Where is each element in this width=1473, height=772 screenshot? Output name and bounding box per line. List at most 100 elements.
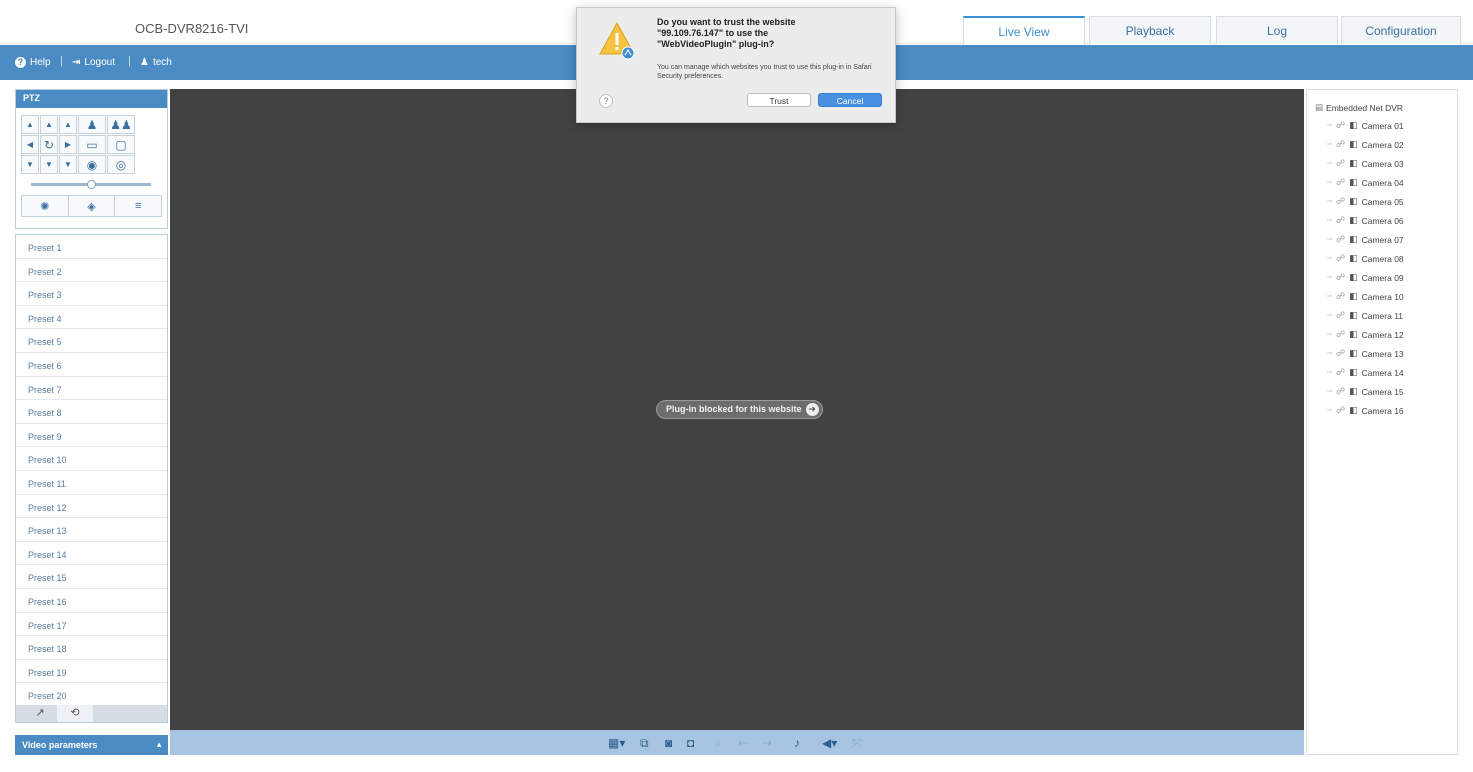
stream-icon: ▫▫ <box>1327 369 1332 376</box>
patrol-icon[interactable]: ⟲ <box>57 705 93 722</box>
ptz-up-right-button[interactable]: ▲ <box>59 115 77 134</box>
ptz-down-button[interactable]: ▼ <box>40 155 58 174</box>
call-preset-icon[interactable]: ↗ <box>22 705 58 722</box>
camera-icon: ◧ <box>1349 405 1358 415</box>
list-item[interactable]: Preset 1 <box>16 235 167 259</box>
list-item[interactable]: Preset 6 <box>16 353 167 377</box>
iris-open-icon[interactable]: ◉ <box>78 155 106 174</box>
tree-root[interactable]: ▤ Embedded Net DVR <box>1315 102 1403 113</box>
plugin-blocked-button[interactable]: Plug-in blocked for this website ➜ <box>656 400 823 419</box>
camera-item[interactable]: ▫▫ ☍ ◧ Camera 15 <box>1327 386 1404 397</box>
trust-button[interactable]: Trust <box>747 93 811 107</box>
list-item[interactable]: Preset 9 <box>16 424 167 448</box>
camera-label: Camera 04 <box>1361 177 1404 188</box>
focus-near-icon[interactable]: ▭ <box>78 135 106 154</box>
camera-item[interactable]: ▫▫ ☍ ◧ Camera 09 <box>1327 272 1404 283</box>
list-item[interactable]: Preset 14 <box>16 542 167 566</box>
list-item[interactable]: Preset 19 <box>16 660 167 684</box>
fullscreen-icon[interactable]: ⤧ <box>852 736 862 751</box>
camera-label: Camera 11 <box>1361 310 1404 321</box>
camera-icon: ◧ <box>1349 253 1358 263</box>
camera-item[interactable]: ▫▫ ☍ ◧ Camera 13 <box>1327 348 1404 359</box>
iris-close-icon[interactable]: ◎ <box>107 155 135 174</box>
ptz-down-left-button[interactable]: ▼ <box>21 155 39 174</box>
window-layout-icon[interactable]: ▦▾ <box>608 736 625 750</box>
dialog-help-button[interactable]: ? <box>599 94 613 108</box>
tab-configuration[interactable]: Configuration <box>1341 16 1461 44</box>
camera-item[interactable]: ▫▫ ☍ ◧ Camera 16 <box>1327 405 1404 416</box>
list-item[interactable]: Preset 5 <box>16 329 167 353</box>
logout-link[interactable]: ⇥ Logout <box>72 57 115 68</box>
camera-item[interactable]: ▫▫ ☍ ◧ Camera 05 <box>1327 196 1404 207</box>
stream-switch-icon[interactable]: ⧉ <box>640 736 649 751</box>
user-link[interactable]: ♟ tech <box>140 57 172 68</box>
list-item[interactable]: Preset 15 <box>16 565 167 589</box>
tab-playback[interactable]: Playback <box>1089 16 1211 44</box>
cancel-button[interactable]: Cancel <box>818 93 882 107</box>
plugin-trust-dialog: Do you want to trust the website "99.109… <box>576 7 896 123</box>
list-item[interactable]: Preset 18 <box>16 636 167 660</box>
camera-item[interactable]: ▫▫ ☍ ◧ Camera 02 <box>1327 139 1404 150</box>
camera-item[interactable]: ▫▫ ☍ ◧ Camera 01 <box>1327 120 1404 131</box>
capture-icon[interactable]: ◙ <box>665 736 672 750</box>
camera-item[interactable]: ▫▫ ☍ ◧ Camera 14 <box>1327 367 1404 378</box>
stream-icon: ▫▫ <box>1327 141 1332 148</box>
list-item[interactable]: Preset 16 <box>16 589 167 613</box>
list-item[interactable]: Preset 20 <box>16 683 167 707</box>
list-item[interactable]: Preset 4 <box>16 306 167 330</box>
help-icon: ? <box>15 57 26 68</box>
help-link[interactable]: ? Help <box>15 57 51 68</box>
record-icon[interactable]: ◘ <box>687 736 694 750</box>
camera-item[interactable]: ▫▫ ☍ ◧ Camera 11 <box>1327 310 1403 321</box>
list-item[interactable]: Preset 3 <box>16 282 167 306</box>
ptz-up-button[interactable]: ▲ <box>40 115 58 134</box>
digital-zoom-icon[interactable]: ⌕ <box>715 736 722 751</box>
user-icon: ♟ <box>140 57 149 68</box>
list-item[interactable]: Preset 8 <box>16 400 167 424</box>
volume-icon[interactable]: ◀▾ <box>822 736 837 750</box>
stream-icon: ▫▫ <box>1327 388 1332 395</box>
camera-item[interactable]: ▫▫ ☍ ◧ Camera 12 <box>1327 329 1404 340</box>
list-item[interactable]: Preset 10 <box>16 447 167 471</box>
camera-item[interactable]: ▫▫ ☍ ◧ Camera 06 <box>1327 215 1404 226</box>
ptz-up-left-button[interactable]: ▲ <box>21 115 39 134</box>
stream-icon: ▫▫ <box>1327 160 1332 167</box>
wiper-icon[interactable]: ◈ <box>68 196 116 216</box>
ptz-speed-knob[interactable] <box>86 180 96 189</box>
logout-label: Logout <box>84 57 115 68</box>
camera-icon: ◧ <box>1349 158 1358 168</box>
ptz-down-right-button[interactable]: ▼ <box>59 155 77 174</box>
tab-log[interactable]: Log <box>1216 16 1338 44</box>
ptz-right-button[interactable]: ▶ <box>59 135 77 154</box>
camera-item[interactable]: ▫▫ ☍ ◧ Camera 07 <box>1327 234 1404 245</box>
list-item[interactable]: Preset 7 <box>16 377 167 401</box>
record-status-icon: ☍ <box>1335 120 1346 130</box>
focus-far-icon[interactable]: ▢ <box>107 135 135 154</box>
ptz-left-button[interactable]: ◀ <box>21 135 39 154</box>
list-item[interactable]: Preset 17 <box>16 613 167 637</box>
previous-page-icon[interactable]: ⇠ <box>738 736 748 750</box>
zoom-out-icon[interactable]: ♟♟ <box>107 115 135 134</box>
next-page-icon[interactable]: ⇢ <box>762 736 772 750</box>
stream-icon: ▫▫ <box>1327 274 1332 281</box>
camera-icon: ◧ <box>1349 329 1358 339</box>
dialog-message: You can manage which websites you trust … <box>657 64 872 80</box>
auto-pan-icon[interactable]: ↻ <box>40 135 58 154</box>
list-item[interactable]: Preset 2 <box>16 259 167 283</box>
list-item[interactable]: Preset 11 <box>16 471 167 495</box>
list-item[interactable]: Preset 12 <box>16 495 167 519</box>
camera-icon: ◧ <box>1349 177 1358 187</box>
tab-live-view[interactable]: Live View <box>963 16 1085 45</box>
plugin-blocked-label: Plug-in blocked for this website <box>666 404 802 414</box>
menu-icon[interactable]: ≡ <box>115 196 162 216</box>
camera-item[interactable]: ▫▫ ☍ ◧ Camera 04 <box>1327 177 1404 188</box>
light-icon[interactable]: ✺ <box>22 196 69 216</box>
video-parameters-header[interactable]: Video parameters ▲ <box>15 735 168 755</box>
camera-item[interactable]: ▫▫ ☍ ◧ Camera 08 <box>1327 253 1404 264</box>
user-label: tech <box>152 57 172 68</box>
zoom-in-icon[interactable]: ♟ <box>78 115 106 134</box>
list-item[interactable]: Preset 13 <box>16 518 167 542</box>
camera-item[interactable]: ▫▫ ☍ ◧ Camera 03 <box>1327 158 1404 169</box>
camera-item[interactable]: ▫▫ ☍ ◧ Camera 10 <box>1327 291 1404 302</box>
microphone-icon[interactable]: ♪ <box>794 736 800 750</box>
